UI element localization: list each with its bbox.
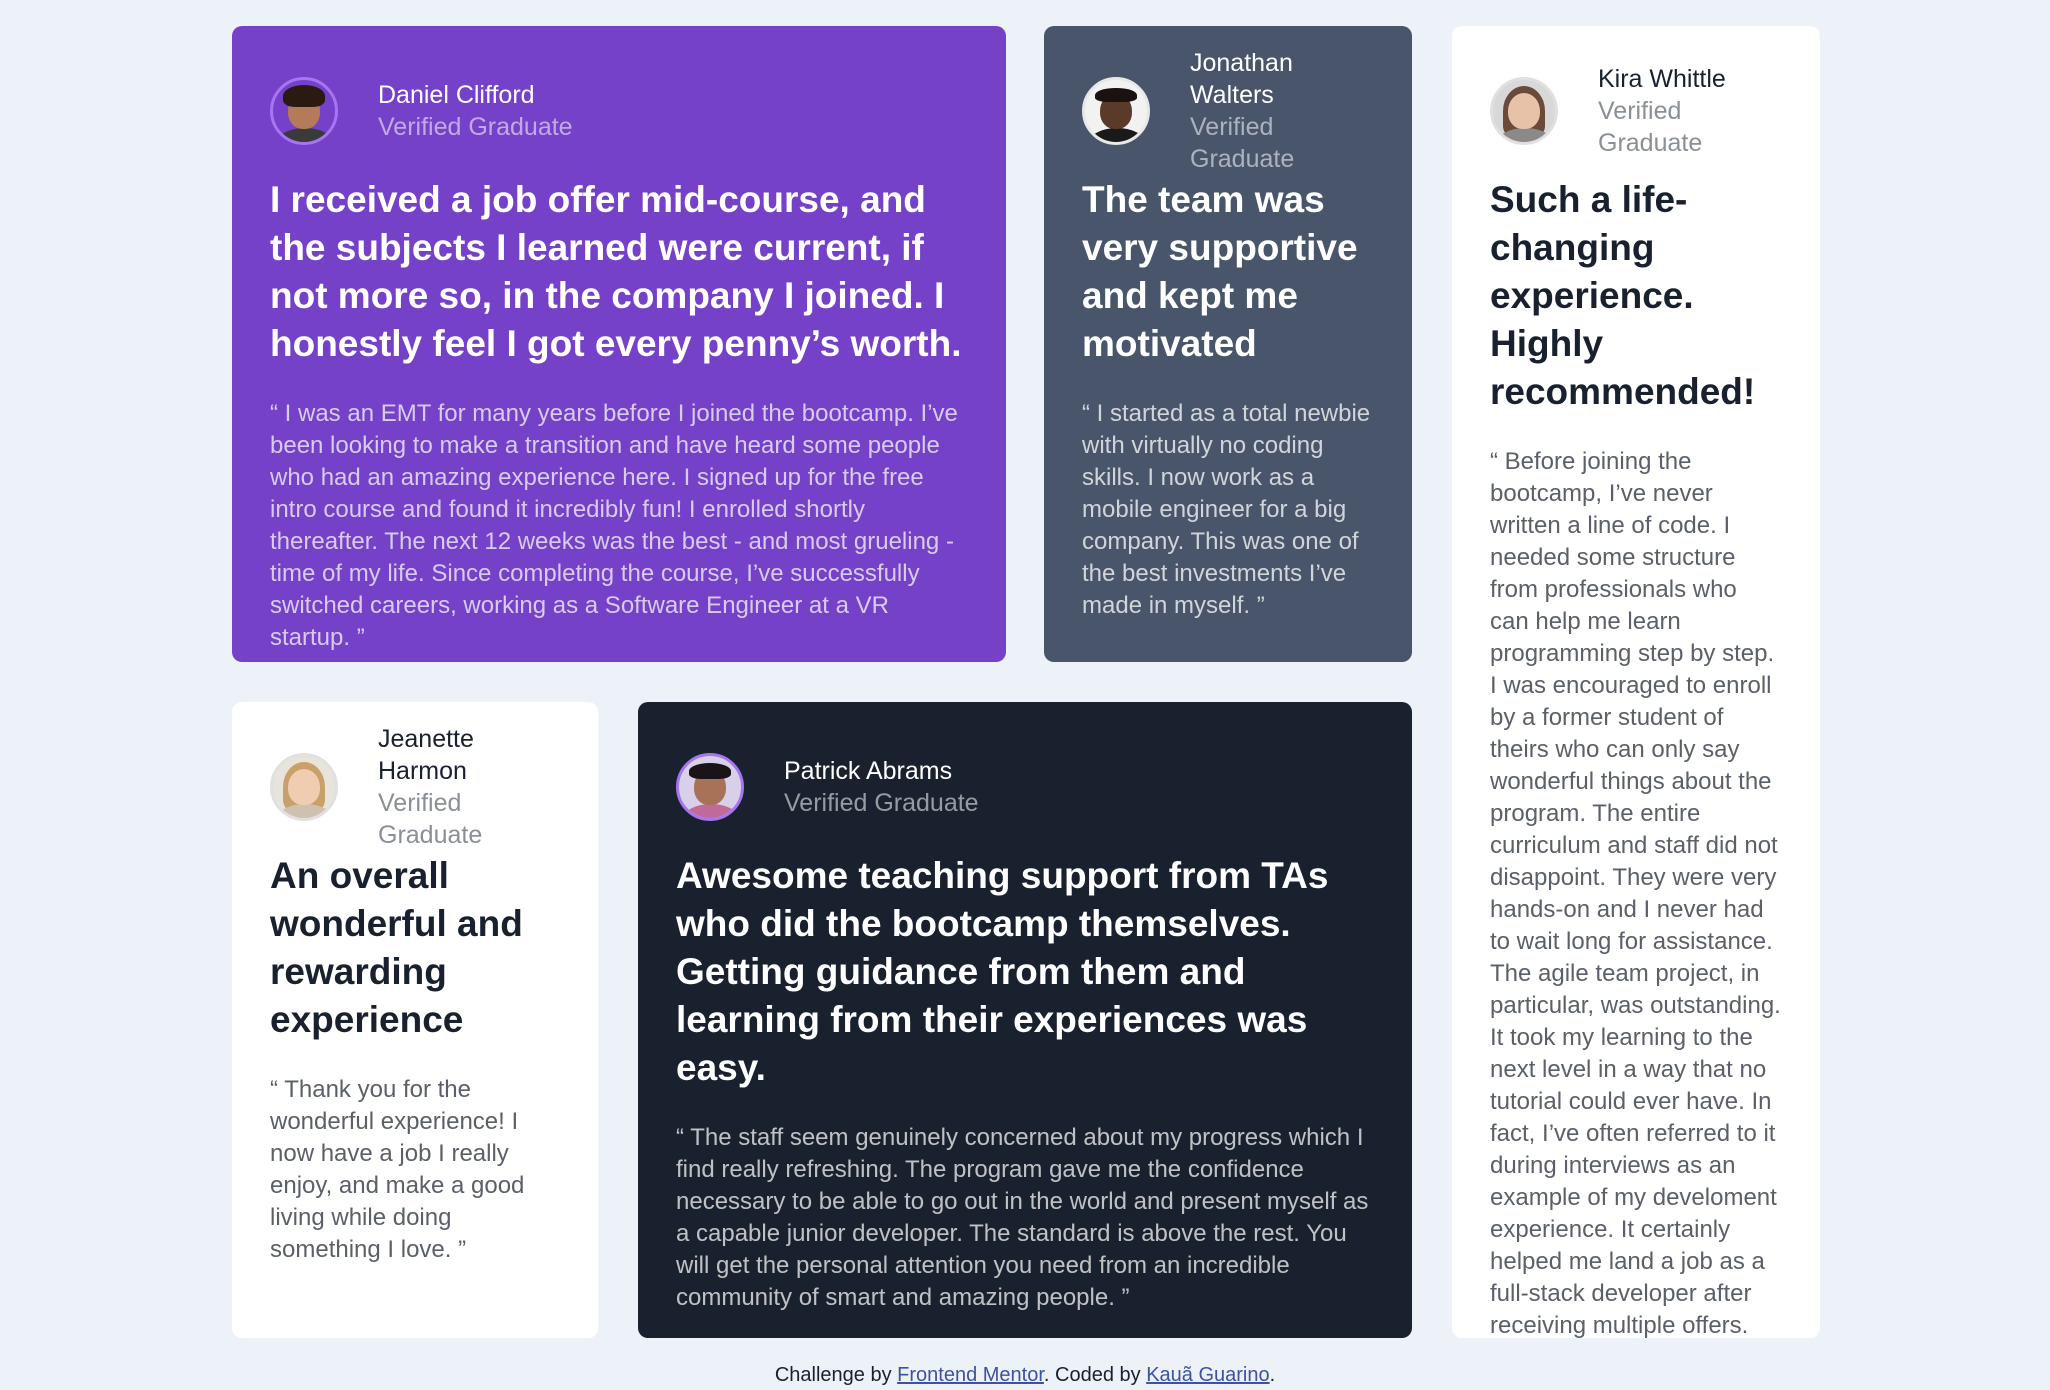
attribution: Challenge by Frontend Mentor. Coded by K…: [0, 1364, 2050, 1387]
testimonial-title: Such a life-changing experience. Highly …: [1490, 179, 1756, 412]
avatar-icon: [270, 753, 338, 821]
testimonial-title: Awesome teaching support from TAs who di…: [676, 855, 1329, 1088]
testimonial-quote: “ I was an EMT for many years before I j…: [270, 400, 958, 651]
author-name: Daniel Clifford: [378, 81, 535, 109]
testimonial-title: I received a job offer mid-course, and t…: [270, 179, 962, 364]
card-header: Daniel Clifford Verified Graduate: [270, 76, 968, 146]
testimonial-card-patrick-abrams: Patrick Abrams Verified Graduate Awesome…: [638, 702, 1412, 1338]
author-name: Patrick Abrams: [784, 757, 953, 785]
author-role: Verified Graduate: [378, 113, 573, 141]
testimonial-quote: “ Thank you for the wonderful experience…: [270, 1076, 525, 1263]
testimonial-card-jonathan-walters: Jonathan Walters Verified Graduate The t…: [1044, 26, 1412, 662]
testimonial-card-kira-whittle: Kira Whittle Verified Graduate Such a li…: [1452, 26, 1820, 1338]
author-name: Jonathan Walters: [1190, 49, 1293, 109]
testimonial-quote: “ I started as a total newbie with virtu…: [1082, 400, 1371, 619]
testimonial-quote: “ Before joining the bootcamp, I’ve neve…: [1490, 448, 1781, 1338]
testimonial-title: The team was very supportive and kept me…: [1082, 179, 1358, 364]
card-header: Jeanette Harmon Verified Graduate: [270, 725, 560, 849]
testimonial-title: An overall wonderful and rewarding exper…: [270, 855, 523, 1040]
attribution-prefix: Challenge by: [774, 1364, 898, 1386]
author-name: Jeanette Harmon: [378, 725, 474, 785]
author-role: Verified Graduate: [784, 789, 979, 817]
attribution-suffix: .: [1269, 1364, 1276, 1386]
card-header: Jonathan Walters Verified Graduate: [1082, 49, 1374, 173]
testimonial-card-daniel-clifford: Daniel Clifford Verified Graduate I rece…: [232, 26, 1006, 662]
author-role: Verified Graduate: [1598, 97, 1703, 157]
card-header: Patrick Abrams Verified Graduate: [676, 752, 1374, 822]
avatar-icon: [1082, 77, 1150, 145]
author-role: Verified Graduate: [378, 789, 483, 849]
author-link[interactable]: Kauã Guarino: [1146, 1364, 1269, 1386]
testimonial-quote: “ The staff seem genuinely concerned abo…: [676, 1124, 1369, 1311]
frontend-mentor-link[interactable]: Frontend Mentor: [897, 1364, 1044, 1386]
author-role: Verified Graduate: [1190, 113, 1295, 173]
attribution-middle: . Coded by: [1043, 1364, 1147, 1386]
card-header: Kira Whittle Verified Graduate: [1490, 65, 1782, 157]
avatar-icon: [270, 77, 338, 145]
author-name: Kira Whittle: [1598, 65, 1726, 93]
testimonial-card-jeanette-harmon: Jeanette Harmon Verified Graduate An ove…: [232, 702, 598, 1338]
avatar-icon: [676, 753, 744, 821]
avatar-icon: [1490, 77, 1558, 145]
